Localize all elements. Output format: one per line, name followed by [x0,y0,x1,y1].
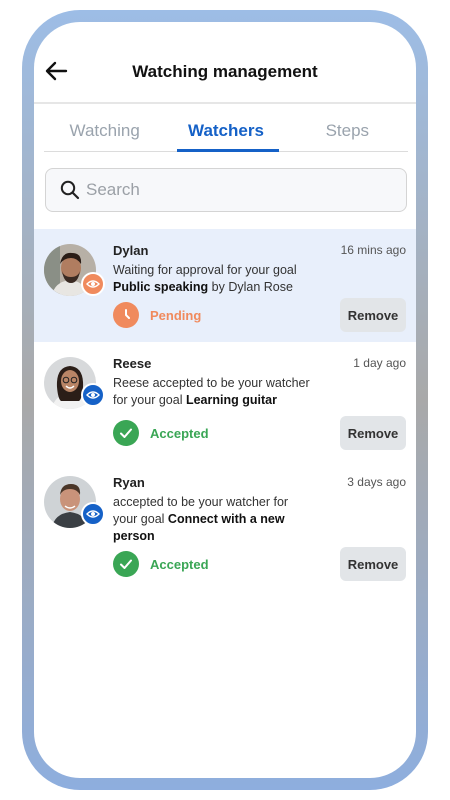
tab-steps[interactable]: Steps [287,104,408,151]
remove-button[interactable]: Remove [340,416,406,450]
tab-watching[interactable]: Watching [44,104,165,151]
search-bar [45,168,407,212]
watcher-message: accepted to be your watcher for your goa… [113,495,289,543]
phone-frame: Watching management Watching Watchers St… [22,10,428,790]
search-icon [60,180,80,200]
clock-icon [113,302,139,328]
remove-button[interactable]: Remove [340,547,406,581]
check-icon [113,420,139,446]
list-item: Reese 1 day ago Reese accepted to be you… [34,342,416,461]
eye-icon [81,272,105,296]
watcher-name: Ryan [113,475,145,490]
search-input[interactable] [86,180,376,200]
tab-bar: Watching Watchers Steps [44,104,408,152]
list-item: Ryan 3 days ago accepted to be your watc… [34,461,416,596]
status-badge: Pending [150,308,202,323]
goal-name: Learning guitar [185,393,277,407]
timestamp: 1 day ago [353,356,406,370]
watcher-message: Waiting for approval for your goal Publi… [113,263,297,294]
tab-watchers[interactable]: Watchers [165,104,286,152]
timestamp: 16 mins ago [340,243,406,257]
page-title: Watching management [132,62,318,81]
watcher-name: Dylan [113,243,149,258]
check-icon [113,551,139,577]
watcher-name: Reese [113,356,152,371]
timestamp: 3 days ago [347,475,406,489]
status-badge: Accepted [150,557,209,572]
watchers-list: Dylan 16 mins ago Waiting for approval f… [34,229,416,596]
header: Watching management [34,22,416,104]
list-item: Dylan 16 mins ago Waiting for approval f… [34,229,416,342]
remove-button[interactable]: Remove [340,298,406,332]
status-badge: Accepted [150,426,209,441]
eye-icon [81,502,105,526]
watcher-message: Reese accepted to be your watcher for yo… [113,376,310,407]
eye-icon [81,383,105,407]
goal-name: Public speaking [113,280,209,294]
app-screen: Watching management Watching Watchers St… [34,22,416,778]
